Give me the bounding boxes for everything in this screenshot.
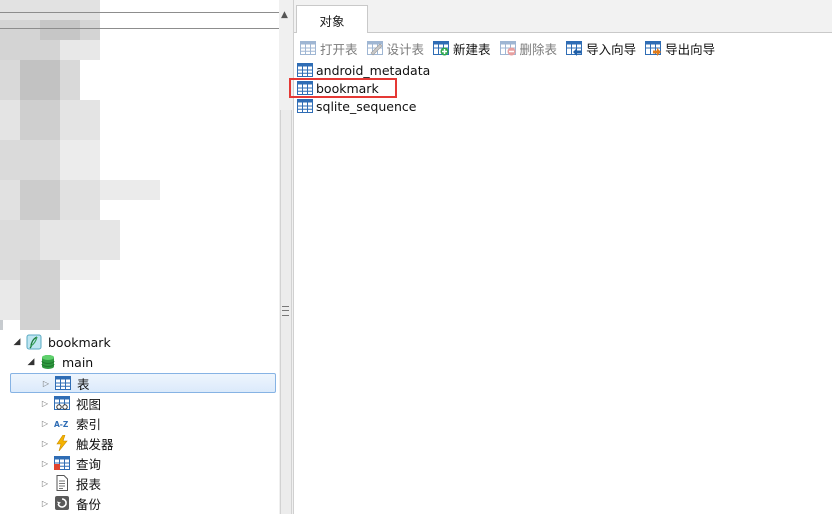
new-table-icon	[433, 40, 450, 56]
highlight-annotation-box	[289, 78, 397, 98]
index-az-icon: A-Z	[54, 415, 70, 431]
object-name: android_metadata	[316, 62, 431, 78]
export-wizard-icon	[645, 40, 662, 56]
expand-arrow-icon[interactable]: ▷	[38, 479, 52, 488]
expand-arrow-icon[interactable]: ▷	[38, 399, 52, 408]
object-toolbar: 打开表 设计表 新建表 删除表 导入向导 导出向导	[294, 36, 832, 60]
database-icon	[40, 354, 56, 370]
delete-table-label: 删除表	[519, 41, 558, 57]
views-label: 视图	[76, 396, 102, 412]
table-icon	[297, 98, 313, 114]
design-table-icon	[366, 40, 383, 56]
table-icon	[297, 62, 313, 78]
tree-item-database[interactable]: ◢ main	[24, 352, 276, 372]
expand-arrow-icon[interactable]: ▷	[38, 499, 52, 508]
expand-arrow-icon[interactable]: ▷	[38, 459, 52, 468]
table-icon	[55, 375, 71, 391]
import-wizard-label: 导入向导	[586, 41, 637, 57]
tree-item-backups[interactable]: ▷ 备份	[10, 493, 304, 513]
list-item-sqlite-sequence[interactable]: sqlite_sequence	[297, 97, 416, 115]
open-table-icon	[300, 40, 316, 56]
tree-item-tables[interactable]: ▷ 表	[10, 373, 276, 393]
report-icon	[54, 475, 70, 491]
backups-label: 备份	[76, 496, 102, 512]
new-table-button[interactable]: 新建表	[433, 39, 491, 58]
export-wizard-label: 导出向导	[665, 41, 716, 57]
collapse-arrow-icon[interactable]: ◢	[24, 357, 38, 367]
tree-item-connection[interactable]: ◢ bookmark	[10, 332, 276, 352]
queries-label: 查询	[76, 456, 102, 472]
delete-table-button[interactable]: 删除表	[499, 39, 558, 58]
expand-arrow-icon[interactable]: ▷	[38, 419, 52, 428]
blurred-region	[0, 0, 170, 330]
tree-item-reports[interactable]: ▷ 报表	[10, 473, 304, 493]
object-name: sqlite_sequence	[316, 98, 417, 114]
import-wizard-button[interactable]: 导入向导	[566, 39, 636, 58]
design-table-button[interactable]: 设计表	[366, 39, 425, 58]
tab-strip: 对象	[294, 0, 832, 33]
trigger-bolt-icon	[54, 435, 70, 451]
backup-icon	[54, 495, 70, 511]
reports-label: 报表	[76, 476, 102, 492]
view-icon	[54, 395, 70, 411]
indexes-label: 索引	[76, 416, 102, 432]
list-item-android-metadata[interactable]: android_metadata	[297, 61, 430, 79]
tree-item-triggers[interactable]: ▷ 触发器	[10, 433, 304, 453]
open-table-button[interactable]: 打开表	[300, 39, 358, 58]
navigation-pane: ◢ bookmark ◢ main ▷ 表 ▷ 视图 ▷ A-Z 索引 ▷ 触发…	[0, 0, 280, 514]
collapse-arrow-icon[interactable]: ◢	[10, 337, 24, 347]
expand-arrow-icon[interactable]: ▷	[38, 439, 52, 448]
expand-arrow-icon[interactable]: ▷	[39, 379, 53, 388]
database-label: main	[62, 354, 94, 370]
connection-label: bookmark	[48, 334, 111, 350]
object-list: android_metadata bookmark sqlite_sequenc…	[294, 60, 832, 514]
sqlite-feather-icon	[26, 334, 42, 350]
splitter-grip-icon[interactable]	[282, 306, 289, 316]
scroll-up-arrow-icon[interactable]: ▲	[281, 10, 288, 20]
tree-item-queries[interactable]: ▷ 查询	[10, 453, 304, 473]
import-wizard-icon	[566, 40, 583, 56]
tree-item-views[interactable]: ▷ 视图	[10, 393, 304, 413]
svg-text:A-Z: A-Z	[54, 420, 69, 429]
open-table-label: 打开表	[320, 41, 358, 57]
export-wizard-button[interactable]: 导出向导	[645, 39, 715, 58]
delete-table-icon	[499, 40, 516, 56]
triggers-label: 触发器	[76, 436, 114, 452]
new-table-label: 新建表	[453, 41, 491, 57]
tree-item-indexes[interactable]: ▷ A-Z 索引	[10, 413, 304, 433]
query-icon	[54, 455, 70, 471]
design-table-label: 设计表	[386, 41, 425, 57]
tab-objects[interactable]: 对象	[296, 5, 368, 33]
tables-label: 表	[77, 376, 90, 392]
